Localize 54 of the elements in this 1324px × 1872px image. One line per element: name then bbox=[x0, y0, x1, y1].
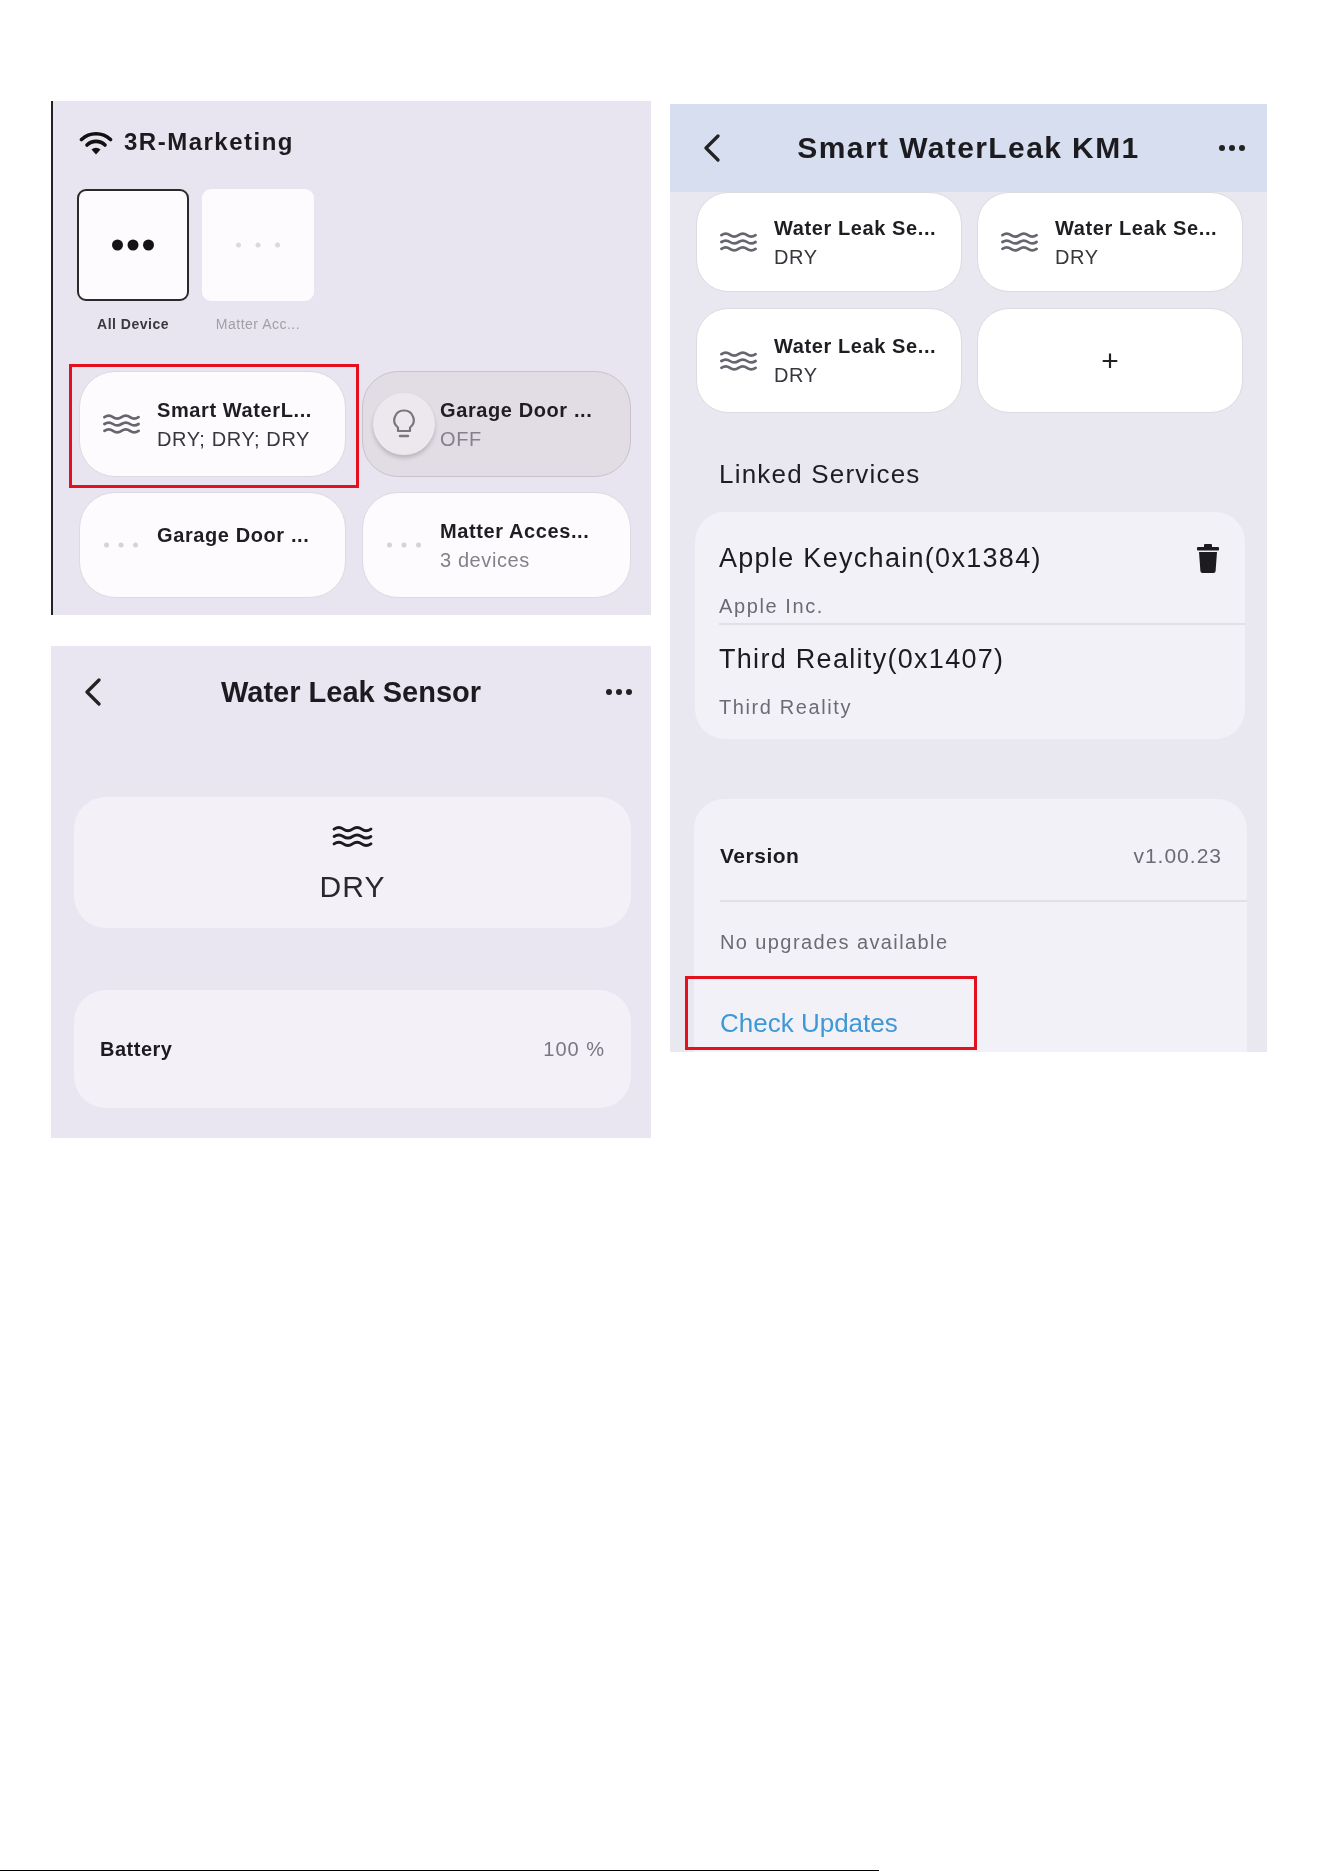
more-icon[interactable] bbox=[1219, 145, 1245, 151]
version-label: Version bbox=[720, 843, 800, 869]
waves-icon bbox=[1000, 232, 1038, 252]
screen-title: Smart WaterLeak KM1 bbox=[797, 131, 1140, 165]
add-button[interactable]: + bbox=[977, 308, 1243, 413]
device-status: DRY bbox=[1055, 244, 1099, 270]
room-label: All Device bbox=[97, 315, 169, 333]
battery-label: Battery bbox=[100, 1037, 173, 1062]
chevron-left-icon[interactable] bbox=[85, 678, 101, 706]
dots-icon bbox=[104, 542, 138, 548]
service-name: Apple Keychain(0x1384) bbox=[719, 542, 1042, 575]
sensor-state: DRY bbox=[319, 870, 386, 904]
device-name: Water Leak Se... bbox=[774, 215, 937, 241]
version-value: v1.00.23 bbox=[1133, 843, 1222, 869]
dots-icon bbox=[387, 542, 421, 548]
device-card[interactable]: Matter Acces... 3 devices bbox=[362, 492, 631, 598]
waves-icon bbox=[332, 826, 373, 847]
dots-icon bbox=[236, 242, 280, 248]
room-label: Matter Acc... bbox=[215, 315, 301, 333]
device-card[interactable]: Water Leak Se... DRY bbox=[696, 192, 962, 292]
service-vendor: Apple Inc. bbox=[719, 594, 824, 618]
chevron-left-icon[interactable] bbox=[704, 134, 720, 162]
device-card[interactable]: Garage Door ... OFF bbox=[362, 371, 631, 477]
device-name: Water Leak Se... bbox=[774, 334, 937, 359]
device-name: Matter Acces... bbox=[440, 518, 590, 544]
device-name: Smart WaterL... bbox=[157, 397, 312, 423]
device-card[interactable]: Smart WaterL... DRY; DRY; DRY bbox=[79, 371, 346, 477]
battery-value: 100 % bbox=[543, 1037, 605, 1062]
device-status: OFF bbox=[440, 426, 482, 452]
device-name: Water Leak Se... bbox=[1055, 215, 1218, 241]
device-card[interactable]: Garage Door ... bbox=[79, 492, 346, 598]
device-status: DRY bbox=[774, 244, 818, 270]
device-card[interactable]: Water Leak Se... DRY bbox=[977, 192, 1243, 292]
device-name: Garage Door ... bbox=[157, 523, 310, 548]
update-message: No upgrades available bbox=[720, 930, 949, 954]
device-status: DRY; DRY; DRY bbox=[157, 426, 311, 452]
more-icon[interactable] bbox=[606, 689, 632, 695]
waves-icon bbox=[719, 350, 757, 371]
service-name: Third Reality(0x1407) bbox=[719, 643, 1005, 676]
trash-icon[interactable] bbox=[1197, 543, 1219, 573]
device-name: Garage Door ... bbox=[440, 397, 593, 423]
section-heading: Linked Services bbox=[719, 458, 921, 490]
service-vendor: Third Reality bbox=[719, 695, 853, 719]
room-tile[interactable] bbox=[77, 189, 189, 301]
home-name: 3R-Marketing bbox=[124, 128, 295, 156]
screen-title: Water Leak Sensor bbox=[221, 675, 481, 709]
bulb-icon bbox=[373, 393, 435, 455]
waves-icon bbox=[719, 232, 757, 252]
wifi-icon bbox=[79, 129, 113, 155]
device-status: 3 devices bbox=[440, 547, 530, 573]
device-card[interactable]: Water Leak Se... DRY bbox=[696, 308, 962, 413]
dots-icon bbox=[112, 239, 154, 251]
device-status: DRY bbox=[774, 363, 818, 388]
waves-icon bbox=[102, 414, 140, 434]
